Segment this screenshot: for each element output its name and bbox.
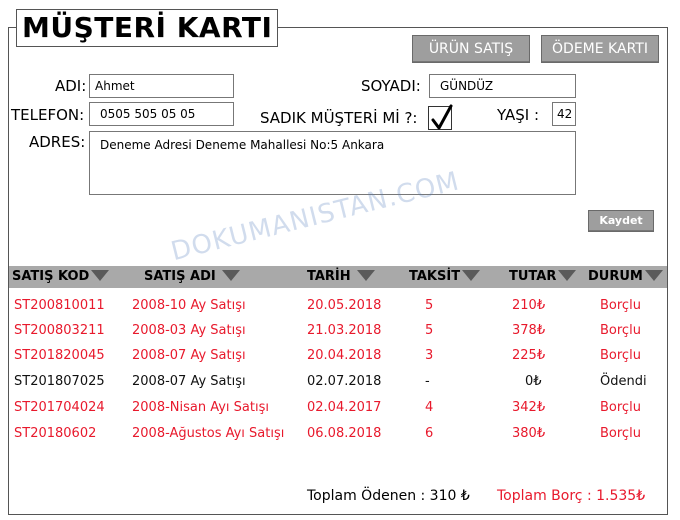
checkmark-icon: [431, 104, 453, 130]
amount-cell: 342₺: [512, 400, 546, 415]
sale-code-cell: ST200803211: [14, 323, 105, 338]
amount-cell: 210₺: [512, 298, 546, 313]
sale-name-cell: 2008-10 Ay Satışı: [132, 298, 246, 313]
column-header-sale-name[interactable]: SATIŞ ADI: [144, 266, 241, 288]
loyal-customer-label: SADIK MÜŞTERİ Mİ ?:: [260, 109, 418, 127]
name-field[interactable]: Ahmet: [89, 74, 234, 98]
table-row[interactable]: ST201704024 2008-Nisan Ayı Satışı 02.04.…: [9, 395, 667, 420]
column-header-status[interactable]: DURUM: [588, 266, 663, 288]
status-cell: Borçlu: [600, 323, 641, 338]
date-cell: 02.04.2017: [307, 400, 382, 415]
sort-down-icon[interactable]: [91, 270, 110, 281]
status-cell: Borçlu: [600, 400, 641, 415]
phone-field[interactable]: 0505 505 05 05: [89, 102, 234, 126]
installment-cell: 3: [425, 348, 434, 363]
column-header-sale-code[interactable]: SATIŞ KOD: [12, 266, 110, 288]
amount-cell: 225₺: [512, 348, 546, 363]
column-header-amount[interactable]: TUTAR: [509, 266, 577, 288]
installment-cell: 4: [425, 400, 434, 415]
installment-cell: 5: [425, 298, 434, 313]
page-title: MÜŞTERİ KARTI: [16, 9, 279, 47]
status-cell: Borçlu: [600, 348, 641, 363]
total-paid: Toplam Ödenen : 310 ₺: [307, 488, 470, 504]
payment-card-button[interactable]: ÖDEME KARTI: [541, 35, 659, 63]
column-header-date[interactable]: TARİH: [307, 266, 376, 288]
save-button[interactable]: Kaydet: [588, 210, 654, 232]
address-label: ADRES:: [29, 133, 86, 151]
sale-name-cell: 2008-07 Ay Satışı: [132, 348, 246, 363]
table-row[interactable]: ST201807025 2008-07 Ay Satışı 02.07.2018…: [9, 369, 667, 394]
sale-code-cell: ST201820045: [14, 348, 105, 363]
sort-down-icon[interactable]: [644, 270, 663, 281]
installment-cell: 6: [425, 426, 434, 441]
surname-field[interactable]: GÜNDÜZ: [429, 74, 576, 98]
sale-code-cell: ST201704024: [14, 400, 105, 415]
surname-label: SOYADI:: [361, 77, 421, 95]
installment-cell: 5: [425, 323, 434, 338]
product-sale-button[interactable]: ÜRÜN SATIŞ: [412, 35, 530, 63]
status-cell: Ödendi: [600, 374, 647, 389]
date-cell: 21.03.2018: [307, 323, 382, 338]
table-row[interactable]: ST200810011 2008-10 Ay Satışı 20.05.2018…: [9, 293, 667, 318]
sale-name-cell: 2008-07 Ay Satışı: [132, 374, 246, 389]
sale-name-cell: 2008-Nisan Ayı Satışı: [132, 400, 269, 415]
sort-down-icon[interactable]: [357, 270, 376, 281]
status-cell: Borçlu: [600, 298, 641, 313]
phone-label: TELEFON:: [11, 106, 85, 124]
name-label: ADI:: [55, 77, 87, 95]
sale-code-cell: ST201807025: [14, 374, 105, 389]
amount-cell: 0₺: [525, 374, 542, 389]
sort-down-icon[interactable]: [222, 270, 241, 281]
table-row[interactable]: ST200803211 2008-03 Ay Satışı 21.03.2018…: [9, 318, 667, 343]
sale-name-cell: 2008-Ağustos Ayı Satışı: [132, 426, 285, 441]
sale-code-cell: ST200810011: [14, 298, 105, 313]
total-debt: Toplam Borç : 1.535₺: [497, 488, 646, 504]
status-cell: Borçlu: [600, 426, 641, 441]
date-cell: 20.04.2018: [307, 348, 382, 363]
installment-cell: -: [425, 374, 430, 389]
table-row[interactable]: ST201820045 2008-07 Ay Satışı 20.04.2018…: [9, 343, 667, 368]
loyal-customer-checkbox[interactable]: [428, 104, 453, 130]
sort-down-icon[interactable]: [558, 270, 577, 281]
date-cell: 20.05.2018: [307, 298, 382, 313]
address-textarea[interactable]: Deneme Adresi Deneme Mahallesi No:5 Anka…: [89, 131, 576, 195]
age-label: YAŞI :: [497, 106, 540, 124]
age-field[interactable]: 42: [552, 102, 576, 126]
table-header: SATIŞ KOD SATIŞ ADI TARİH TAKSİT TUTAR D…: [9, 266, 667, 288]
sale-code-cell: ST20180602: [14, 426, 97, 441]
date-cell: 06.08.2018: [307, 426, 382, 441]
table-row[interactable]: ST20180602 2008-Ağustos Ayı Satışı 06.08…: [9, 421, 667, 446]
sale-name-cell: 2008-03 Ay Satışı: [132, 323, 246, 338]
column-header-installment[interactable]: TAKSİT: [409, 266, 481, 288]
date-cell: 02.07.2018: [307, 374, 382, 389]
sort-down-icon[interactable]: [462, 270, 481, 281]
amount-cell: 378₺: [512, 323, 546, 338]
amount-cell: 380₺: [512, 426, 546, 441]
